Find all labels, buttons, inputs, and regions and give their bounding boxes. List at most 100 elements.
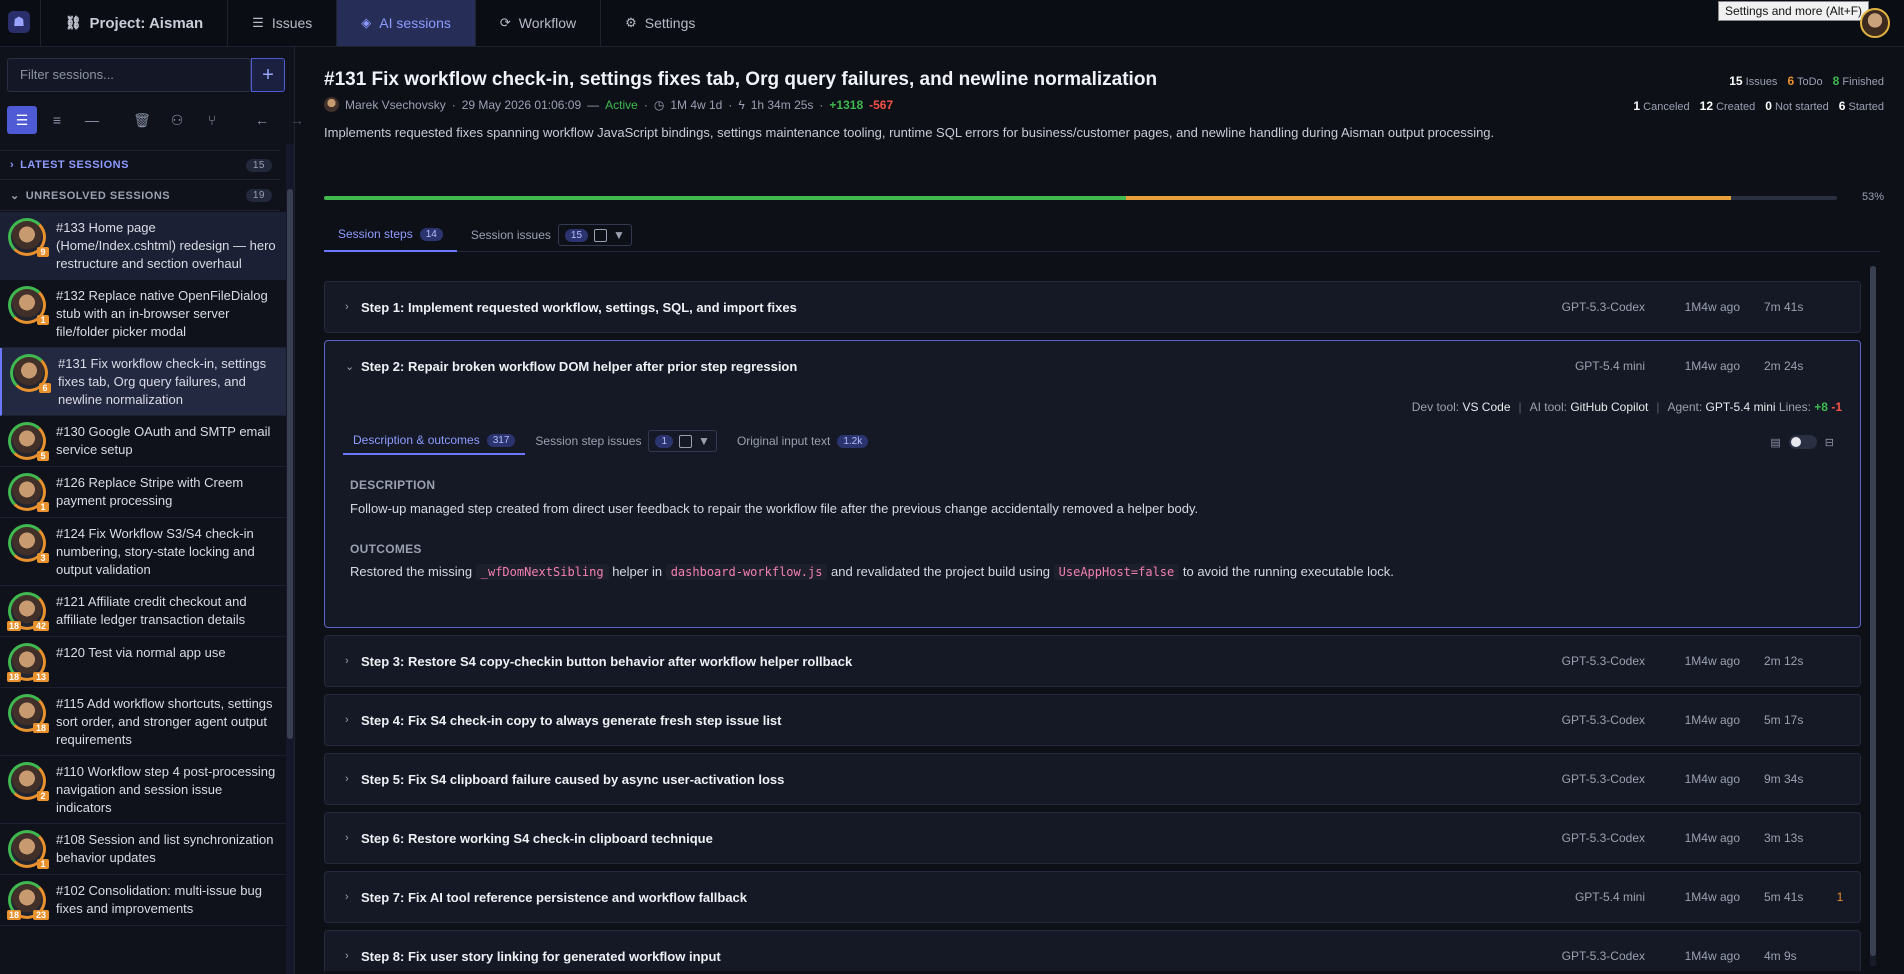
sidebar-toolbar: ☰ ≡ — 🗑 ⚇ ⑂ ← → (7, 105, 312, 135)
step-row[interactable]: › Step 3: Restore S4 copy-checkin button … (324, 635, 1861, 687)
forward-arrow-icon[interactable]: → (282, 106, 312, 134)
step-row[interactable]: › Step 1: Implement requested workflow, s… (324, 281, 1861, 333)
session-title: #130 Google OAuth and SMTP email service… (56, 424, 271, 457)
author-name[interactable]: Marek Vsechovsky (345, 98, 446, 112)
checkbox[interactable] (679, 434, 693, 448)
progress-bar (324, 196, 1837, 200)
filter-icon[interactable]: ▼ (613, 228, 625, 242)
tree-view-icon[interactable]: ⊟ (1825, 436, 1834, 449)
step-header[interactable]: ⌄ Step 2: Repair broken workflow DOM help… (345, 341, 1860, 391)
session-avatar: 1 (8, 473, 49, 512)
session-list-item[interactable]: 5 #130 Google OAuth and SMTP email servic… (0, 416, 286, 467)
project-selector[interactable]: ⛓ Project: Aisman (40, 0, 227, 46)
top-nav: ⛓ Project: Aisman ☰ Issues ◈ AI sessions ⟳ W… (40, 0, 719, 46)
progress-in-progress (1125, 196, 1732, 200)
tab-step-issues[interactable]: Session step issues 1 ▼ (525, 427, 727, 455)
scrollbar-thumb[interactable] (287, 189, 293, 739)
tab-label: Session steps (338, 227, 413, 241)
chevron-right-icon[interactable]: › (345, 655, 361, 667)
minimal-view-icon[interactable]: — (77, 106, 107, 134)
session-avatar: 5 (8, 422, 49, 461)
tab-count: 1.2k (837, 434, 869, 448)
user-avatar[interactable] (1860, 8, 1890, 38)
issue-filter-box[interactable]: 15 ▼ (557, 224, 632, 246)
step-title: Step 2: Repair broken workflow DOM helpe… (361, 358, 798, 374)
step-time-ago: 1M4w ago (1684, 654, 1740, 668)
step-duration: 2m 12s (1764, 654, 1804, 668)
session-list-item[interactable]: 1 #126 Replace Stripe with Creem payment … (0, 467, 286, 518)
view-toggle[interactable] (1788, 435, 1817, 449)
session-badge: 2 (37, 791, 49, 801)
steps-list: › Step 1: Implement requested workflow, s… (324, 281, 1861, 971)
add-session-button[interactable]: + (251, 58, 285, 92)
session-age: 1M 4w 1d (670, 97, 723, 112)
description-text: Follow-up managed step created from dire… (350, 501, 1199, 516)
chevron-right-icon[interactable]: › (345, 714, 361, 726)
issue-filter-box[interactable]: 1 ▼ (648, 430, 717, 452)
session-badge-secondary: 18 (7, 910, 22, 920)
bolt-icon: ϟ (738, 97, 745, 112)
chevron-right-icon[interactable]: › (345, 891, 361, 903)
step-row[interactable]: › Step 8: Fix user story linking for gene… (324, 930, 1861, 971)
checkbox[interactable] (594, 228, 608, 242)
step-time-ago: 1M4w ago (1684, 713, 1740, 727)
session-title: #120 Test via normal app use (56, 645, 226, 660)
list-view-icon[interactable]: ☰ (7, 106, 37, 134)
latest-sessions-header[interactable]: › LATEST SESSIONS 15 (0, 150, 280, 180)
session-list-item[interactable]: 3 #124 Fix Workflow S3/S4 check-in number… (0, 518, 286, 586)
scrollbar-thumb[interactable] (1870, 266, 1876, 956)
merge-icon[interactable]: ⑂ (197, 106, 227, 134)
chevron-down-icon[interactable]: ⌄ (345, 360, 361, 373)
app-logo-icon[interactable]: ☗ (8, 11, 30, 33)
description-heading: DESCRIPTION (350, 478, 436, 492)
tab-original-input[interactable]: Original input text 1.2k (727, 427, 878, 455)
session-avatar: 6 (10, 354, 51, 393)
step-time-ago: 1M4w ago (1684, 359, 1740, 373)
step-row[interactable]: › Step 5: Fix S4 clipboard failure caused… (324, 753, 1861, 805)
session-list-item[interactable]: 18 #115 Add workflow shortcuts, settings … (0, 688, 286, 756)
chevron-right-icon[interactable]: › (345, 301, 361, 313)
step-row[interactable]: › Step 4: Fix S4 check-in copy to always … (324, 694, 1861, 746)
session-list-item[interactable]: 18 42 #121 Affiliate credit checkout and a… (0, 586, 286, 637)
progress-percent: 53% (1861, 191, 1884, 203)
dot-separator: · (728, 97, 733, 112)
aitool-value: GitHub Copilot (1570, 400, 1649, 414)
session-list-item[interactable]: 6 #131 Fix workflow check-in, settings fi… (0, 348, 286, 416)
tab-session-issues[interactable]: Session issues 15 ▼ (457, 219, 646, 252)
tab-description-outcomes[interactable]: Description & outcomes 317 (343, 427, 526, 455)
chevron-right-icon[interactable]: › (345, 773, 361, 785)
step-row[interactable]: › Step 7: Fix AI tool reference persisten… (324, 871, 1861, 923)
step-title: Step 7: Fix AI tool reference persistenc… (361, 889, 748, 905)
session-list-item[interactable]: 1 #108 Session and list synchronization b… (0, 824, 286, 875)
sidebar-scrollbar[interactable] (286, 144, 294, 974)
step-tabs: Description & outcomes 317 Session step is… (343, 427, 878, 455)
filter-icon[interactable]: ▼ (698, 434, 710, 448)
nav-workflow[interactable]: ⟳ Workflow (474, 0, 600, 46)
nav-settings[interactable]: ⚙ Settings (600, 0, 719, 46)
session-badge: 1 (37, 859, 49, 869)
session-list-item[interactable]: 18 23 #102 Consolidation: multi-issue bug … (0, 875, 286, 926)
nav-issues[interactable]: ☰ Issues (227, 0, 336, 46)
session-list-item[interactable]: 2 #110 Workflow step 4 post-processing na… (0, 756, 286, 824)
back-arrow-icon[interactable]: ← (247, 106, 277, 134)
session-list-item[interactable]: 1 #132 Replace native OpenFileDialog stub… (0, 280, 286, 348)
delete-icon[interactable]: 🗑 (127, 106, 157, 134)
step-row[interactable]: › Step 6: Restore working S4 check-in cli… (324, 812, 1861, 864)
session-list-item[interactable]: 9 #133 Home page (Home/Index.cshtml) rede… (0, 212, 286, 280)
unresolved-sessions-header[interactable]: ⌄ UNRESOLVED SESSIONS 19 (0, 181, 280, 211)
session-list-item[interactable]: 18 13 #120 Test via normal app use (0, 637, 286, 688)
chevron-right-icon[interactable]: › (345, 832, 361, 844)
tab-session-steps[interactable]: Session steps 14 (324, 219, 457, 252)
users-icon[interactable]: ⚇ (162, 106, 192, 134)
session-avatar: 1 (8, 830, 49, 869)
chevron-right-icon[interactable]: › (345, 950, 361, 962)
step-time-ago: 1M4w ago (1684, 300, 1740, 314)
main-scrollbar[interactable] (1870, 266, 1876, 966)
raw-view-icon[interactable]: ▤ (1770, 436, 1780, 449)
step-row[interactable]: ⌄ Step 2: Repair broken workflow DOM help… (324, 340, 1861, 628)
compact-view-icon[interactable]: ≡ (42, 106, 72, 134)
session-badge: 5 (37, 451, 49, 461)
progress-done (324, 196, 1126, 200)
filter-sessions-input[interactable]: Filter sessions... (7, 58, 251, 92)
nav-ai-sessions[interactable]: ◈ AI sessions (336, 0, 475, 46)
